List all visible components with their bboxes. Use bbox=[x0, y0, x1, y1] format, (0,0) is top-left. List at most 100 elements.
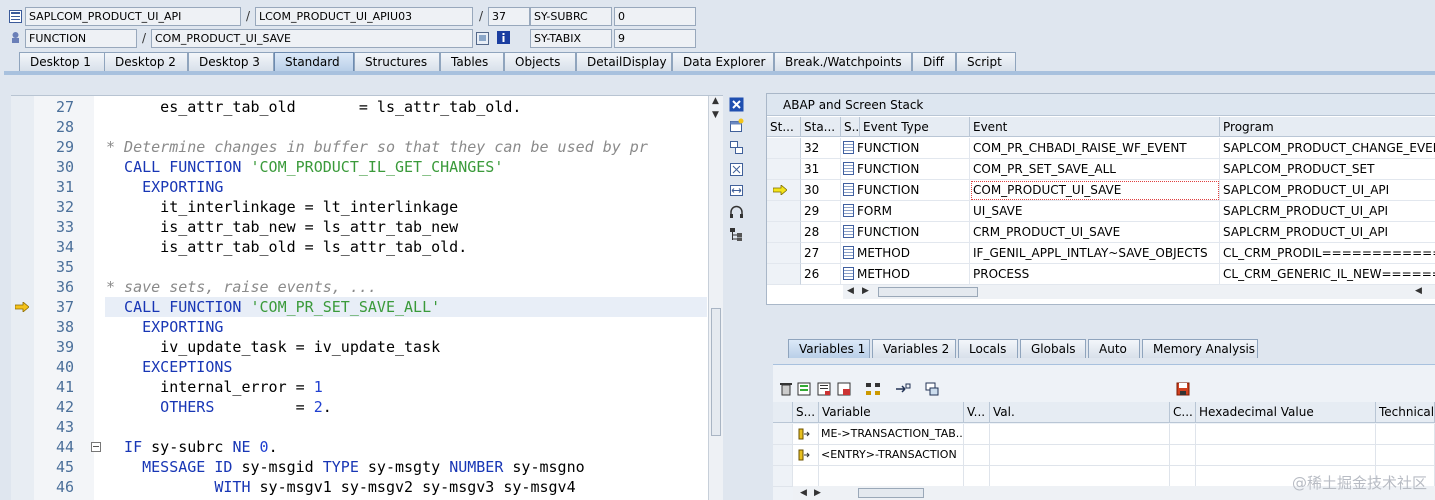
var-value[interactable] bbox=[990, 424, 1170, 445]
tab-diff[interactable]: Diff bbox=[912, 52, 956, 71]
line-field[interactable]: 37 bbox=[488, 7, 530, 26]
var-value[interactable] bbox=[990, 466, 1170, 487]
stack-event-type[interactable]: FORM bbox=[841, 201, 970, 222]
scroll-left-icon[interactable]: ◀ bbox=[847, 286, 854, 296]
stack-level[interactable]: 32 bbox=[801, 138, 841, 159]
stack-col-header[interactable]: S... bbox=[841, 117, 860, 137]
navigate-icon[interactable] bbox=[895, 382, 911, 396]
stack-row-selector[interactable] bbox=[767, 180, 801, 201]
tab-detail-display[interactable]: DetailDisplay bbox=[576, 52, 672, 71]
scroll-up-icon[interactable]: ▲ bbox=[712, 96, 719, 106]
var-v-cell[interactable] bbox=[964, 466, 990, 487]
stack-event-type[interactable]: FUNCTION bbox=[841, 138, 970, 159]
stack-event[interactable]: COM_PR_CHBADI_RAISE_WF_EVENT bbox=[970, 138, 1220, 159]
var-col-header[interactable]: V... bbox=[964, 402, 990, 423]
var-col-header[interactable]: S... bbox=[793, 402, 819, 423]
stack-level[interactable]: 29 bbox=[801, 201, 841, 222]
tab-structures[interactable]: Structures bbox=[354, 52, 440, 71]
stack-col-header[interactable]: Event Type bbox=[860, 117, 970, 137]
var-status-cell[interactable] bbox=[793, 445, 819, 466]
var-name[interactable]: <ENTRY>-TRANSACTION bbox=[819, 445, 964, 466]
tab-desktop-2[interactable]: Desktop 2 bbox=[104, 52, 188, 71]
variables-scroll-thumb[interactable] bbox=[858, 488, 924, 498]
save-list-icon[interactable] bbox=[797, 382, 811, 396]
var-v-cell[interactable] bbox=[964, 445, 990, 466]
var-technical[interactable] bbox=[1376, 424, 1435, 445]
stack-program[interactable]: SAPLCOM_PRODUCT_UI_API bbox=[1220, 180, 1435, 201]
stack-level[interactable]: 30 bbox=[801, 180, 841, 201]
code-line[interactable]: 34 is_attr_tab_old = ls_attr_tab_old. bbox=[11, 237, 711, 257]
code-line[interactable]: 38 EXPORTING bbox=[11, 317, 711, 337]
swap-icon[interactable] bbox=[729, 140, 744, 155]
code-line[interactable]: 41 internal_error = 1 bbox=[11, 377, 711, 397]
close-icon[interactable] bbox=[729, 97, 744, 112]
event-name-field[interactable]: COM_PRODUCT_UI_SAVE bbox=[151, 29, 473, 48]
display-icon[interactable] bbox=[476, 32, 489, 45]
var-col-header[interactable]: Val. bbox=[990, 402, 1170, 423]
var-row-selector[interactable] bbox=[773, 466, 793, 487]
tooltip-icon[interactable] bbox=[925, 382, 939, 396]
info-icon[interactable] bbox=[497, 31, 510, 44]
var-name[interactable]: ME->TRANSACTION_TAB... bbox=[819, 424, 964, 445]
stack-event-type[interactable]: FUNCTION bbox=[841, 180, 970, 201]
tab-script[interactable]: Script bbox=[956, 52, 1016, 71]
floppy-save-icon[interactable] bbox=[1176, 382, 1190, 396]
tab-data-explorer[interactable]: Data Explorer bbox=[672, 52, 774, 71]
new-window-icon[interactable] bbox=[729, 118, 744, 133]
stack-event[interactable]: COM_PRODUCT_UI_SAVE bbox=[970, 180, 1220, 201]
code-line[interactable]: 31 EXPORTING bbox=[11, 177, 711, 197]
stack-event[interactable]: UI_SAVE bbox=[970, 201, 1220, 222]
event-type-field[interactable]: FUNCTION bbox=[25, 29, 137, 48]
var-col-header[interactable]: Technical bbox=[1376, 402, 1435, 423]
stack-col-header[interactable]: Event bbox=[970, 117, 1220, 137]
code-line[interactable]: 46 WITH sy-msgv1 sy-msgv2 sy-msgv3 sy-ms… bbox=[11, 477, 711, 497]
tab-auto[interactable]: Auto bbox=[1088, 339, 1140, 358]
code-line[interactable]: 37 CALL FUNCTION 'COM_PR_SET_SAVE_ALL' bbox=[11, 297, 711, 317]
tree-icon[interactable] bbox=[729, 227, 744, 242]
maximize-icon[interactable] bbox=[729, 162, 744, 177]
code-line[interactable]: 32 it_interlinkage = lt_interlinkage bbox=[11, 197, 711, 217]
stack-program[interactable]: CL_CRM_PRODIL============== bbox=[1220, 243, 1435, 264]
var-v-cell[interactable] bbox=[964, 424, 990, 445]
include-field[interactable]: LCOM_PRODUCT_UI_APIU03 bbox=[255, 7, 473, 26]
var-hex[interactable] bbox=[1196, 445, 1376, 466]
source-code-editor[interactable]: 27 es_attr_tab_old = ls_attr_tab_old. 28 2… bbox=[11, 95, 723, 500]
stack-program[interactable]: SAPLCOM_PRODUCT_CHANGE_EVENT bbox=[1220, 138, 1435, 159]
delete-icon[interactable] bbox=[779, 382, 793, 396]
stack-row-selector[interactable] bbox=[767, 264, 801, 285]
editor-scrollbar[interactable]: ▲ ▼ bbox=[708, 96, 723, 500]
stack-row-selector[interactable] bbox=[767, 159, 801, 180]
tab-variables-2[interactable]: Variables 2 bbox=[872, 339, 956, 358]
stack-row-selector[interactable] bbox=[767, 138, 801, 159]
code-line[interactable]: 30 CALL FUNCTION 'COM_PRODUCT_IL_GET_CHA… bbox=[11, 157, 711, 177]
var-c-cell[interactable] bbox=[1170, 466, 1196, 487]
var-status-cell[interactable] bbox=[793, 424, 819, 445]
var-value[interactable] bbox=[990, 445, 1170, 466]
var-col-header[interactable]: Hexadecimal Value bbox=[1196, 402, 1376, 423]
code-line[interactable]: 45 MESSAGE ID sy-msgid TYPE sy-msgty NUM… bbox=[11, 457, 711, 477]
stack-event-type[interactable]: METHOD bbox=[841, 243, 970, 264]
code-line[interactable]: 35 bbox=[11, 257, 711, 277]
fold-toggle-icon[interactable] bbox=[91, 442, 101, 452]
tab-desktop-1[interactable]: Desktop 1 bbox=[19, 52, 106, 71]
stack-row-selector[interactable] bbox=[767, 201, 801, 222]
scroll-left-icon[interactable]: ◀ bbox=[1415, 286, 1422, 296]
scroll-down-icon[interactable]: ▼ bbox=[712, 110, 719, 120]
var-row-selector[interactable] bbox=[773, 445, 793, 466]
stack-event-type[interactable]: METHOD bbox=[841, 264, 970, 285]
stack-col-header[interactable]: St... bbox=[767, 117, 801, 137]
code-line[interactable]: 36 * save sets, raise events, ... bbox=[11, 277, 711, 297]
resize-icon[interactable] bbox=[729, 183, 744, 198]
stack-level[interactable]: 31 bbox=[801, 159, 841, 180]
tab-memory-analysis[interactable]: Memory Analysis bbox=[1142, 339, 1258, 358]
stack-event[interactable]: CRM_PRODUCT_UI_SAVE bbox=[970, 222, 1220, 243]
scroll-left-icon[interactable]: ◀ bbox=[800, 488, 807, 498]
tab-objects[interactable]: Objects bbox=[504, 52, 576, 71]
stack-event[interactable]: IF_GENIL_APPL_INTLAY~SAVE_OBJECTS bbox=[970, 243, 1220, 264]
stack-program[interactable]: CL_CRM_GENERIC_IL_NEW======= bbox=[1220, 264, 1435, 285]
stack-level[interactable]: 28 bbox=[801, 222, 841, 243]
editor-scroll-thumb[interactable] bbox=[711, 308, 721, 436]
code-line[interactable]: 42 OTHERS = 2. bbox=[11, 397, 711, 417]
code-line[interactable]: 33 is_attr_tab_new = ls_attr_tab_new bbox=[11, 217, 711, 237]
var-col-header[interactable]: Variable bbox=[819, 402, 964, 423]
